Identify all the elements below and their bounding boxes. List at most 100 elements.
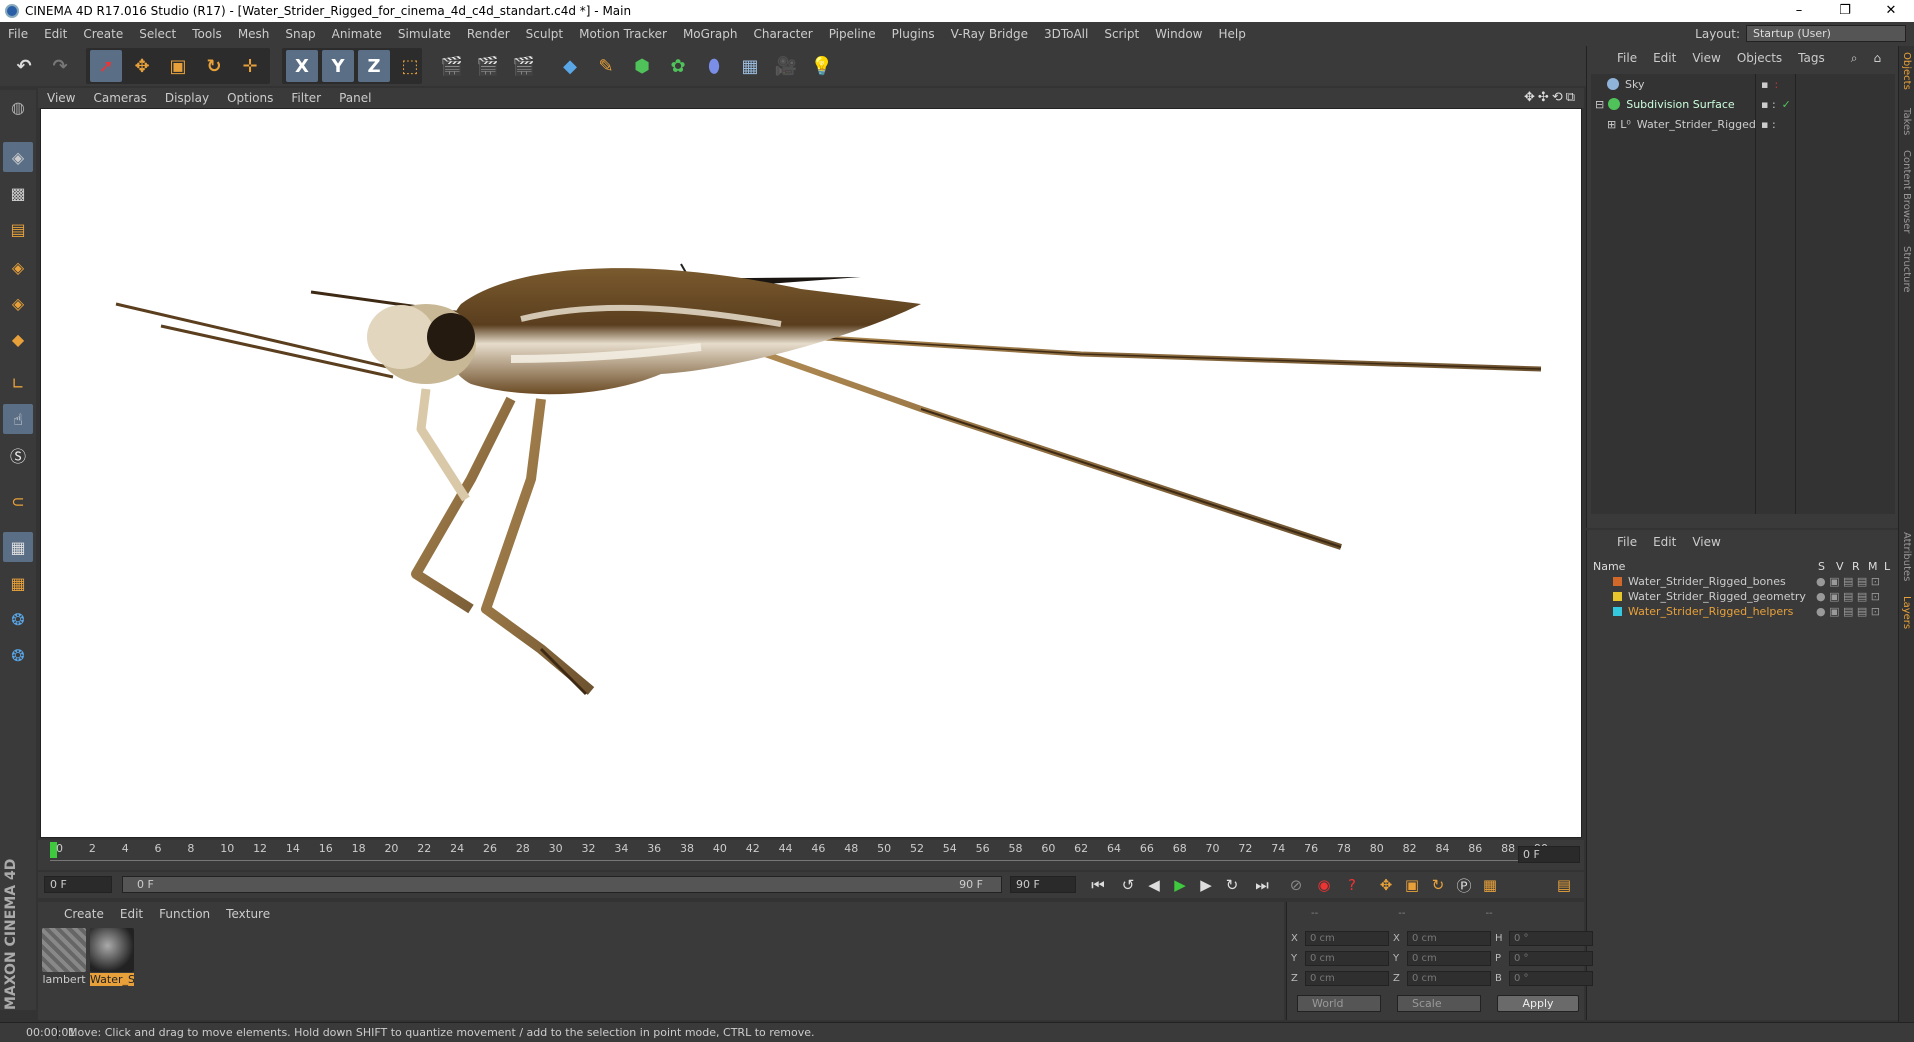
polygons-mode-icon[interactable]: ◆	[3, 324, 33, 354]
side-tab-objects[interactable]: Objects	[1901, 52, 1912, 90]
restore-button[interactable]: ❐	[1822, 0, 1868, 22]
objects-menu-file[interactable]: File	[1609, 51, 1645, 65]
record-icon[interactable]: ◉	[1312, 873, 1336, 897]
recent-tools-icon[interactable]: ✛	[234, 50, 266, 82]
rotation-p-field[interactable]: 0 °	[1509, 951, 1593, 966]
texture-mode-icon[interactable]: ▩	[3, 178, 33, 208]
undo-icon[interactable]: ↶	[8, 50, 40, 82]
material-lambert[interactable]: lambert	[42, 928, 86, 986]
menu-3dtoall[interactable]: 3DToAll	[1036, 27, 1096, 41]
menu-file[interactable]: File	[0, 27, 36, 41]
viewport-menu-panel[interactable]: Panel	[330, 91, 380, 105]
viewport-menu-display[interactable]: Display	[156, 91, 218, 105]
key-pla-icon[interactable]: ▦	[1478, 873, 1502, 897]
previous-key-icon[interactable]: ↺	[1116, 873, 1140, 897]
rotation-h-field[interactable]: 0 °	[1509, 931, 1593, 946]
timeline[interactable]: 0 2 4 6 8 10 12 14 16 18 20 22 24 26 28 30 32 34 36 38 40 42 4…	[38, 840, 1584, 870]
menu-render[interactable]: Render	[459, 27, 518, 41]
start-frame-field[interactable]: 0 F	[44, 876, 112, 893]
menu-script[interactable]: Script	[1096, 27, 1147, 41]
viewport-navigation-icons[interactable]: ✥✣⟲⧉	[1524, 90, 1578, 105]
object-visibility-toggles[interactable]: ▪ : ✓	[1761, 98, 1791, 111]
size-y-field[interactable]: 0 cm	[1407, 951, 1491, 966]
material-water-s[interactable]: Water_S	[90, 928, 134, 986]
autokey-icon[interactable]: ?	[1340, 873, 1364, 897]
expand-icon[interactable]: ⊞	[1607, 118, 1616, 131]
layout-dropdown[interactable]: Startup (User)	[1746, 25, 1906, 42]
key-move-icon[interactable]: ✥	[1374, 873, 1398, 897]
pen-spline-icon[interactable]: ✎	[590, 50, 622, 82]
object-row-sky[interactable]: Sky ▪ :	[1591, 74, 1895, 94]
menu-vray-bridge[interactable]: V-Ray Bridge	[943, 27, 1036, 41]
transform-mode-dropdown[interactable]: Scale	[1397, 995, 1481, 1012]
camera-icon[interactable]: 🎥	[770, 50, 802, 82]
next-frame-icon[interactable]: ▶	[1194, 873, 1218, 897]
end-frame-field[interactable]: 90 F	[1010, 876, 1076, 893]
viewport-menu-options[interactable]: Options	[218, 91, 282, 105]
menu-snap[interactable]: Snap	[277, 27, 323, 41]
layers-menu-view[interactable]: View	[1684, 535, 1728, 549]
menu-edit[interactable]: Edit	[36, 27, 75, 41]
menu-pipeline[interactable]: Pipeline	[821, 27, 884, 41]
timeline-window-icon[interactable]: ▤	[1552, 873, 1576, 897]
light-icon[interactable]: 💡	[806, 50, 838, 82]
deformer-icon[interactable]: ⬮	[698, 50, 730, 82]
objects-menu-objects[interactable]: Objects	[1729, 51, 1790, 65]
quantize-icon[interactable]: ▦	[3, 568, 33, 598]
menu-simulate[interactable]: Simulate	[390, 27, 459, 41]
position-x-field[interactable]: 0 cm	[1305, 931, 1389, 946]
side-tab-takes[interactable]: Takes	[1901, 108, 1912, 135]
cube-icon[interactable]: ◆	[554, 50, 586, 82]
material-menu-create[interactable]: Create	[56, 907, 112, 921]
material-menu-function[interactable]: Function	[151, 907, 218, 921]
object-visibility-toggles[interactable]: ▪ :	[1761, 118, 1776, 131]
tweak-mode-icon[interactable]: ☝	[3, 404, 33, 434]
layers-menu-file[interactable]: File	[1609, 535, 1645, 549]
material-menu-edit[interactable]: Edit	[112, 907, 151, 921]
key-param-icon[interactable]: Ⓟ	[1452, 873, 1476, 897]
render-settings-icon[interactable]: 🎬	[508, 50, 540, 82]
previous-frame-icon[interactable]: ◀	[1142, 873, 1166, 897]
make-editable-icon[interactable]: ◍	[3, 92, 33, 122]
object-visibility-toggles[interactable]: ▪ :	[1761, 78, 1778, 91]
size-z-field[interactable]: 0 cm	[1407, 971, 1491, 986]
home-icon[interactable]: ⌂	[1865, 51, 1889, 65]
layer-toggles[interactable]: ● ▣ ▤ ▤ ⊡	[1816, 590, 1880, 603]
layer-row-bones[interactable]: Water_Strider_Rigged_bones ● ▣ ▤ ▤ ⊡	[1591, 574, 1895, 589]
coordinate-system-icon[interactable]: ⬚	[394, 50, 426, 82]
objects-menu-view[interactable]: View	[1684, 51, 1728, 65]
go-to-start-icon[interactable]: ⏮	[1086, 873, 1110, 897]
side-tab-structure[interactable]: Structure	[1901, 246, 1912, 293]
menu-mesh[interactable]: Mesh	[230, 27, 278, 41]
side-tab-attributes[interactable]: Attributes	[1901, 532, 1912, 581]
key-rotate-icon[interactable]: ↻	[1426, 873, 1450, 897]
search-icon[interactable]: ⌕	[1843, 51, 1866, 66]
workplane-icon[interactable]: ▦	[3, 532, 33, 562]
menu-select[interactable]: Select	[131, 27, 184, 41]
size-x-field[interactable]: 0 cm	[1407, 931, 1491, 946]
menu-plugins[interactable]: Plugins	[884, 27, 943, 41]
apply-button[interactable]: Apply	[1497, 995, 1579, 1012]
minimize-button[interactable]: –	[1776, 0, 1822, 22]
play-icon[interactable]: ▶	[1168, 873, 1192, 897]
live-selection-icon[interactable]: ➚	[90, 50, 122, 82]
menu-create[interactable]: Create	[75, 27, 131, 41]
solo-mode-icon[interactable]: Ⓢ	[3, 440, 33, 470]
menu-animate[interactable]: Animate	[324, 27, 390, 41]
move-icon[interactable]: ✥	[126, 50, 158, 82]
menu-motion-tracker[interactable]: Motion Tracker	[571, 27, 675, 41]
menu-window[interactable]: Window	[1147, 27, 1210, 41]
snap-icon[interactable]: ⊂	[3, 486, 33, 516]
python-script-icon[interactable]: ❂	[3, 604, 33, 634]
edges-mode-icon[interactable]: ◈	[3, 288, 33, 318]
y-axis-lock-button[interactable]: Y	[322, 50, 354, 82]
go-to-end-icon[interactable]: ⏭	[1250, 873, 1274, 897]
workplane-mode-icon[interactable]: ▤	[3, 214, 33, 244]
scale-icon[interactable]: ▣	[162, 50, 194, 82]
layer-toggles[interactable]: ● ▣ ▤ ▤ ⊡	[1816, 575, 1880, 588]
cloner-icon[interactable]: ✿	[662, 50, 694, 82]
side-tab-layers[interactable]: Layers	[1901, 596, 1912, 629]
rotation-b-field[interactable]: 0 °	[1509, 971, 1593, 986]
menu-help[interactable]: Help	[1210, 27, 1253, 41]
next-key-icon[interactable]: ↻	[1220, 873, 1244, 897]
